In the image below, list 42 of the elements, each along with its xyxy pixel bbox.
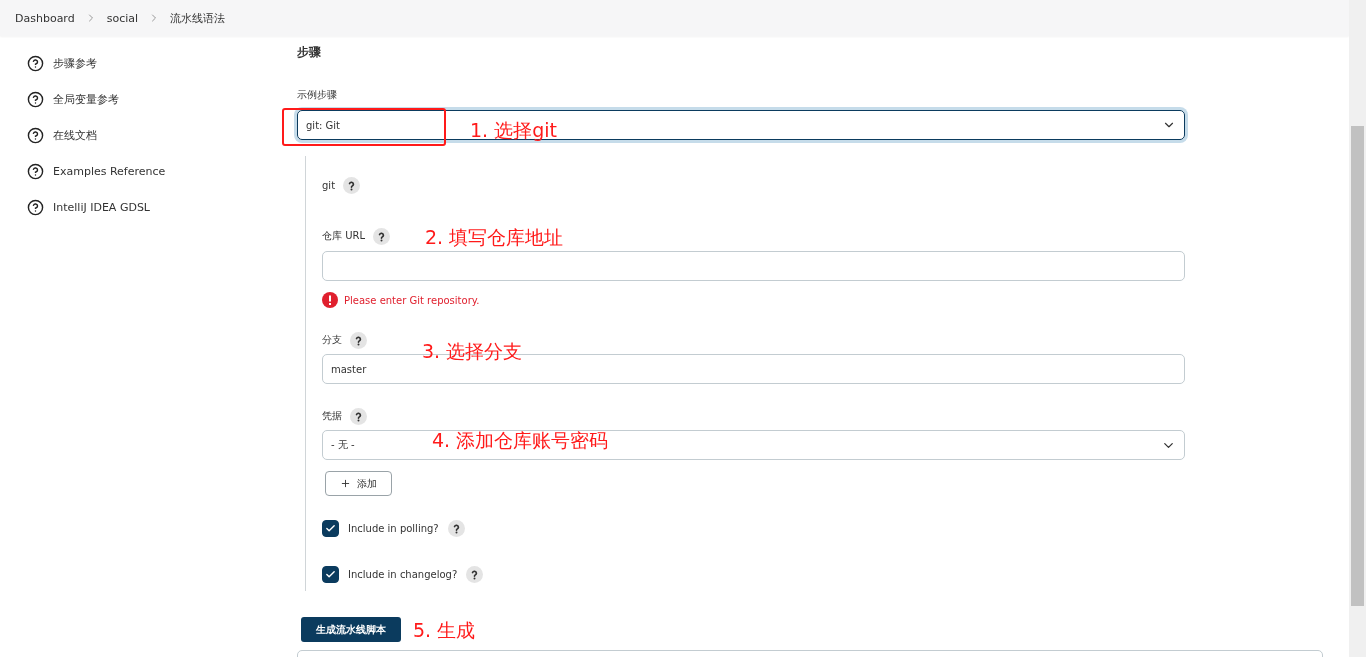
sidebar-link[interactable]: 在线文档 [27,124,297,146]
sidebar-link[interactable]: 步骤参考 [27,52,297,74]
help-icon[interactable] [447,519,465,537]
field-label: 仓库 URL [322,229,366,243]
help-icon[interactable] [350,407,367,425]
breadcrumb-link[interactable]: Dashboard [15,11,75,25]
add-button[interactable]: 添加 [325,471,392,496]
checkbox-label: Include in changelog? [348,568,458,580]
check-icon [325,522,336,534]
field-label: git [322,179,336,191]
breadcrumb-link[interactable]: social [106,11,139,25]
annotation-text: 1. 选择git [470,121,557,140]
sidebar-link[interactable]: 全局变量参考 [27,88,297,110]
field-label: 凭据 [322,409,342,423]
scrollbar[interactable] [1349,0,1366,657]
plus-icon [340,478,351,489]
field-label: 示例步骤 [297,88,338,102]
check-icon [325,568,336,580]
help-icon[interactable] [350,331,367,349]
sidebar-link[interactable]: Examples Reference [27,160,297,182]
error-icon [322,292,338,308]
help-icon[interactable] [373,227,391,245]
help-icon[interactable] [466,565,484,583]
help-icon[interactable] [343,176,361,194]
error-message: Please enter Git repository. [344,294,480,306]
generate-button[interactable]: 生成流水线脚本 [301,617,401,642]
help-icon [27,54,44,72]
sidebar-link[interactable]: IntelliJ IDEA GDSL [27,196,297,218]
checkbox[interactable] [322,519,339,537]
field-label: 分支 [322,333,342,347]
help-icon [27,198,44,216]
checkbox-label: Include in polling? [348,522,439,534]
annotation-text: 4. 添加仓库账号密码 [432,431,609,450]
help-icon [27,162,44,180]
annotation-text: 5. 生成 [413,621,476,640]
annotation-text: 2. 填写仓库地址 [425,228,564,247]
section-title: 步骤 [297,44,322,61]
help-icon [27,90,44,108]
repository-url-field[interactable] [322,251,1185,281]
checkbox[interactable] [322,565,339,583]
help-icon [27,126,44,144]
breadcrumb-link[interactable]: 流水线语法 [170,10,226,26]
